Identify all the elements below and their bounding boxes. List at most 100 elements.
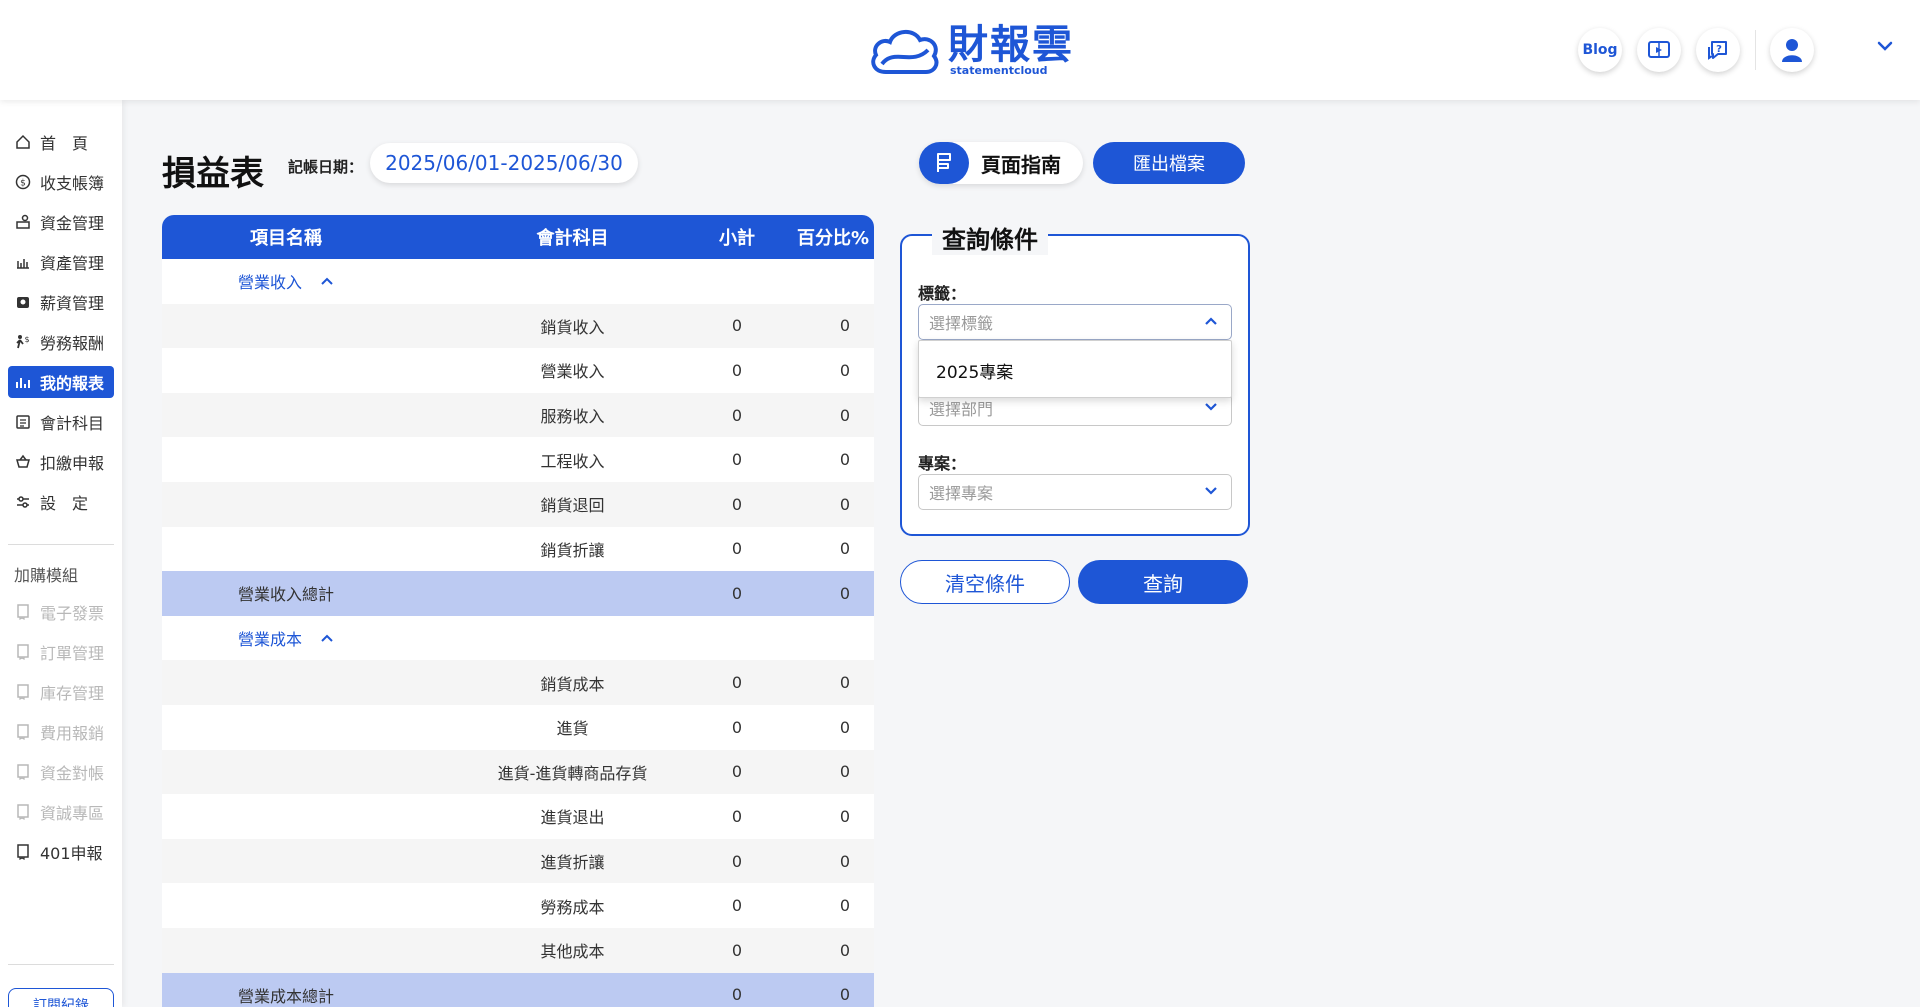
- lock-book-icon: [14, 723, 32, 741]
- sidebar-item-label: 薪資管理: [40, 294, 105, 313]
- subscription-record-button[interactable]: 訂閱紀錄: [8, 988, 114, 1007]
- table-row: 銷貨退回 0 0: [162, 481, 874, 527]
- subscription-record-label: 訂閱紀錄: [33, 998, 89, 1007]
- sidebar-item-label: 費用報銷: [40, 724, 105, 743]
- book-video-icon: [1648, 41, 1670, 58]
- logo[interactable]: 財報雲 statementcloud: [868, 24, 1074, 78]
- sidebar-divider: [8, 544, 114, 545]
- sidebar-item-home[interactable]: 首 頁: [8, 126, 114, 158]
- subtotal-cell: 0: [731, 673, 743, 693]
- sidebar-item-label: 收支帳簿: [40, 174, 105, 193]
- table-group-row[interactable]: 營業收入: [162, 259, 874, 304]
- percent-cell: 0: [839, 316, 850, 336]
- percent-cell: 0: [839, 583, 850, 603]
- percent-cell: 0: [839, 494, 850, 514]
- percent-cell: 0: [839, 717, 850, 737]
- sidebar-addon-inventory[interactable]: 庫存管理: [8, 676, 114, 708]
- table-row: 服務收入 0 0: [162, 392, 874, 438]
- sidebar-addon-reconcile[interactable]: 資金對帳: [8, 756, 114, 788]
- table-group-row[interactable]: 營業成本: [162, 615, 874, 661]
- page-guide-label: 頁面指南: [981, 152, 1061, 177]
- svg-text:?: ?: [1716, 44, 1722, 55]
- sidebar-item-ledger[interactable]: $ 收支帳簿: [8, 166, 114, 198]
- table-row: 進貨 0 0: [162, 704, 874, 750]
- sidebar-item-withholding[interactable]: 扣繳申報: [8, 446, 114, 478]
- video-guide-button[interactable]: [1637, 28, 1681, 72]
- column-header-subtotal: 小計: [719, 228, 755, 249]
- percent-cell: 0: [839, 762, 850, 782]
- percent-cell: 0: [839, 405, 850, 425]
- sidebar-item-settings[interactable]: 設 定: [8, 486, 114, 518]
- help-chat-button[interactable]: ?: [1696, 28, 1740, 72]
- table-row: 銷貨收入 0 0: [162, 303, 874, 349]
- lock-book-icon: [14, 803, 32, 821]
- subtotal-cell: 0: [731, 940, 743, 960]
- subtotal-cell: 0: [731, 583, 743, 603]
- page-guide-button[interactable]: 頁面指南: [919, 142, 1083, 184]
- page-title: 損益表: [162, 154, 264, 194]
- query-button[interactable]: 查詢: [1078, 560, 1248, 604]
- lock-book-icon: [14, 643, 32, 661]
- sidebar-item-salary[interactable]: 薪資管理: [8, 286, 114, 318]
- table-total-row: 營業成本總計 0 0: [162, 972, 874, 1007]
- group-name: 營業收入: [237, 273, 302, 293]
- query-panel-title: 查詢條件: [932, 220, 1048, 255]
- chevron-up-icon[interactable]: [320, 276, 334, 286]
- table-row: 工程收入 0 0: [162, 437, 874, 482]
- sidebar-item-label: 資金對帳: [40, 764, 105, 783]
- sidebar-item-reports[interactable]: 我的報表: [8, 366, 114, 398]
- sidebar-item-accounts[interactable]: 會計科目: [8, 406, 114, 438]
- withholding-icon: [14, 453, 32, 471]
- labor-icon: $: [14, 333, 32, 351]
- percent-cell: 0: [839, 673, 850, 693]
- subtotal-cell: 0: [731, 896, 743, 916]
- sidebar-item-label: 扣繳申報: [40, 454, 105, 473]
- sidebar-item-assets[interactable]: 資產管理: [8, 246, 114, 278]
- export-file-button[interactable]: 匯出檔案: [1093, 142, 1245, 184]
- tag-select[interactable]: 選擇標籤: [918, 304, 1232, 340]
- table-row: 進貨退出 0 0: [162, 794, 874, 839]
- money-flow-icon: [14, 213, 32, 231]
- chevron-down-icon[interactable]: [1876, 40, 1894, 52]
- column-header-item: 項目名稱: [250, 228, 322, 249]
- percent-cell: 0: [839, 450, 850, 470]
- table-row: 勞務成本 0 0: [162, 883, 874, 928]
- logo-english-text: statementcloud: [950, 64, 1048, 77]
- home-icon: [14, 133, 32, 151]
- guide-icon: [919, 142, 969, 184]
- sidebar-addon-expenses[interactable]: 費用報銷: [8, 716, 114, 748]
- group-cell: 營業收入: [162, 259, 410, 304]
- lock-book-icon: [14, 603, 32, 621]
- tag-option[interactable]: 2025專案: [920, 347, 1230, 393]
- clear-conditions-button[interactable]: 清空條件: [900, 560, 1070, 604]
- salary-icon: [14, 293, 32, 311]
- sidebar-addon-pwc[interactable]: 資誠專區: [8, 796, 114, 828]
- book-icon: [14, 843, 32, 861]
- user-avatar-button[interactable]: [1770, 28, 1814, 72]
- percent-cell: 0: [839, 940, 850, 960]
- asset-icon: [14, 253, 32, 271]
- table-row: 進貨折讓 0 0: [162, 838, 874, 884]
- sidebar-item-labor[interactable]: $ 勞務報酬: [8, 326, 114, 358]
- chevron-up-icon: [1205, 317, 1217, 325]
- sidebar-item-funds[interactable]: 資金管理: [8, 206, 114, 238]
- sidebar-addon-orders[interactable]: 訂單管理: [8, 636, 114, 668]
- subtotal-cell: 0: [731, 806, 743, 826]
- project-label: 專案：: [918, 454, 967, 473]
- cloud-logo-icon: [871, 30, 939, 74]
- sidebar-addon-einvoice[interactable]: 電子發票: [8, 596, 114, 628]
- subtotal-cell: 0: [731, 316, 743, 336]
- sidebar-addon-401[interactable]: 401申報: [8, 836, 114, 868]
- project-select[interactable]: 選擇專案: [918, 474, 1232, 510]
- sidebar-item-label: 資產管理: [40, 254, 105, 273]
- tag-dropdown-menu: 2025專案: [918, 340, 1232, 398]
- total-name-cell: 營業收入總計: [237, 585, 334, 605]
- chevron-down-icon: [1205, 403, 1217, 411]
- chevron-up-icon[interactable]: [320, 633, 334, 643]
- logo-chinese-text: 財報雲: [948, 22, 1074, 68]
- date-range-picker[interactable]: 2025/06/01-2025/06/30: [370, 143, 638, 183]
- table-header: 項目名稱 會計科目 小計 百分比%: [162, 215, 874, 259]
- blog-button[interactable]: Blog: [1578, 28, 1622, 72]
- blog-label: Blog: [1582, 42, 1618, 58]
- sidebar-item-label: 設 定: [40, 494, 89, 513]
